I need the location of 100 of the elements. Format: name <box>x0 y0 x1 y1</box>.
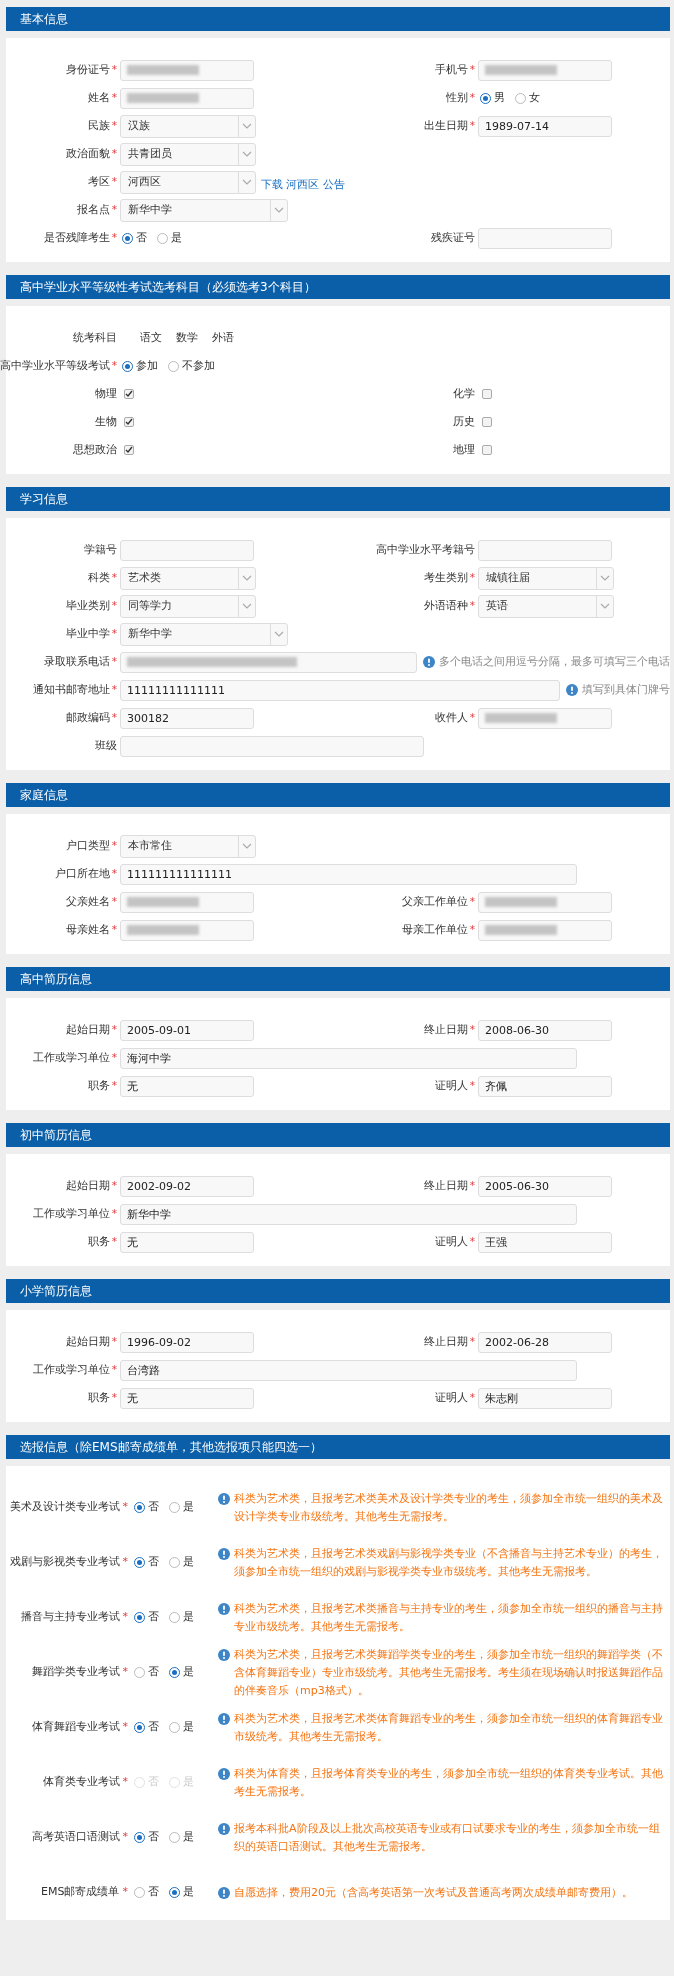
link[interactable]: 下载 河西区 公告 <box>261 177 345 194</box>
radio-button[interactable] <box>134 1887 145 1898</box>
radio-button[interactable] <box>480 92 491 104</box>
radio-label: 否 <box>148 1829 159 1846</box>
required-mark: * <box>469 1334 475 1350</box>
checkbox[interactable] <box>124 417 134 427</box>
required-mark: * <box>122 1719 128 1736</box>
field-label: 残疾证号 <box>431 230 475 246</box>
required-mark: * <box>122 1774 128 1791</box>
radio-button[interactable] <box>134 1557 145 1568</box>
radio-button[interactable] <box>134 1667 145 1678</box>
text-field[interactable] <box>478 539 612 561</box>
radio-button[interactable] <box>122 232 133 244</box>
checkbox[interactable] <box>482 445 492 455</box>
text-field[interactable]: 台湾路 <box>120 1359 577 1381</box>
dropdown[interactable]: 汉族 <box>120 114 256 138</box>
required-mark: * <box>111 1178 117 1194</box>
text-field[interactable] <box>120 539 254 561</box>
text-field[interactable] <box>120 919 254 941</box>
radio-button[interactable] <box>169 1557 180 1568</box>
required-mark: * <box>111 570 117 586</box>
field-label: 科类 <box>87 570 110 586</box>
dropdown[interactable]: 新华中学 <box>120 198 288 222</box>
radio-button[interactable] <box>169 1887 180 1898</box>
text-field[interactable]: 11111111111111 <box>120 679 560 701</box>
radio-label: 否 <box>148 1609 159 1626</box>
radio-button[interactable] <box>169 1667 180 1678</box>
radio-button[interactable] <box>515 92 526 104</box>
required-mark: * <box>111 230 117 246</box>
chevron-down-icon <box>242 151 252 157</box>
text-field[interactable] <box>478 891 612 913</box>
text-field[interactable]: 朱志刚 <box>478 1387 612 1409</box>
text-field[interactable]: 2005-09-01 <box>120 1019 254 1041</box>
info-icon <box>218 1602 230 1615</box>
text-field[interactable]: 无 <box>120 1231 254 1253</box>
text-field[interactable] <box>478 59 612 81</box>
radio-button[interactable] <box>157 232 168 244</box>
text-field[interactable]: 新华中学 <box>120 1203 577 1225</box>
checkbox[interactable] <box>482 417 492 427</box>
note-text: 科类为艺术类，且报考艺术类播音与主持专业的考生，须参加全市统一组织的播音与主持专业市级统考。其他考生无需报考。 <box>234 1600 664 1635</box>
text-field[interactable] <box>120 651 417 673</box>
checkbox[interactable] <box>482 389 492 399</box>
dropdown[interactable]: 新华中学 <box>120 622 288 646</box>
text-field[interactable]: 2002-06-28 <box>478 1331 612 1353</box>
text-field[interactable]: 1989-07-14 <box>478 115 612 137</box>
radio-button[interactable] <box>134 1612 145 1623</box>
field-label: 考区 <box>87 174 110 190</box>
radio-button[interactable] <box>169 1502 180 1513</box>
required-mark: * <box>469 598 475 614</box>
text-field[interactable]: 无 <box>120 1387 254 1409</box>
dropdown[interactable]: 艺术类 <box>120 566 256 590</box>
radio-button[interactable] <box>168 360 179 372</box>
required-mark: * <box>111 598 117 614</box>
text-field[interactable] <box>120 735 424 757</box>
text-field[interactable] <box>478 707 612 729</box>
text-field[interactable]: 2002-09-02 <box>120 1175 254 1197</box>
field-label: 出生日期 <box>423 118 468 134</box>
required-mark: * <box>111 62 117 78</box>
radio-button[interactable] <box>134 1722 145 1733</box>
radio-button[interactable] <box>169 1612 180 1623</box>
checkbox[interactable] <box>124 445 134 455</box>
text-field[interactable]: 2005-06-30 <box>478 1175 612 1197</box>
text-field[interactable] <box>120 87 254 109</box>
radio-button[interactable] <box>169 1832 180 1843</box>
text-field[interactable]: 300182 <box>120 707 254 729</box>
dropdown[interactable]: 英语 <box>478 594 614 618</box>
required-mark: * <box>111 682 117 698</box>
text-field[interactable]: 无 <box>120 1075 254 1097</box>
field-label: 体育类专业考试 <box>42 1774 120 1791</box>
info-icon <box>218 1712 230 1725</box>
text-field[interactable] <box>478 227 612 249</box>
required-mark: * <box>111 202 117 218</box>
note-text: 自愿选择，费用20元（含高考英语第一次考试及普通高考两次成绩单邮寄费用）。 <box>234 1884 633 1901</box>
text-field[interactable]: 1996-09-02 <box>120 1331 254 1353</box>
dropdown[interactable]: 共青团员 <box>120 142 256 166</box>
text-field[interactable] <box>478 919 612 941</box>
required-mark: * <box>111 118 117 134</box>
section-header: 基本信息 <box>6 7 670 31</box>
radio-button[interactable] <box>134 1502 145 1513</box>
text-field[interactable]: 海河中学 <box>120 1047 577 1069</box>
radio-button[interactable] <box>122 360 133 372</box>
radio-button[interactable] <box>134 1832 145 1843</box>
text-field[interactable]: 2008-06-30 <box>478 1019 612 1041</box>
dropdown[interactable]: 本市常住 <box>120 834 256 858</box>
text-field[interactable]: 111111111111111 <box>120 863 577 885</box>
field-label: 政治面貌 <box>65 146 110 162</box>
required-mark: * <box>111 1362 117 1378</box>
text-field[interactable]: 齐佩 <box>478 1075 612 1097</box>
text-field[interactable]: 王强 <box>478 1231 612 1253</box>
dropdown[interactable]: 同等学力 <box>120 594 256 618</box>
radio-button[interactable] <box>169 1722 180 1733</box>
text-field[interactable] <box>120 59 254 81</box>
dropdown[interactable]: 河西区 <box>120 170 256 194</box>
field-label: 毕业类别 <box>65 598 110 614</box>
radio-label: 否 <box>148 1719 159 1736</box>
dropdown[interactable]: 城镇往届 <box>478 566 614 590</box>
checkbox[interactable] <box>124 389 134 399</box>
radio-label: 是 <box>183 1664 194 1681</box>
section-header: 学习信息 <box>6 487 670 511</box>
text-field[interactable] <box>120 891 254 913</box>
